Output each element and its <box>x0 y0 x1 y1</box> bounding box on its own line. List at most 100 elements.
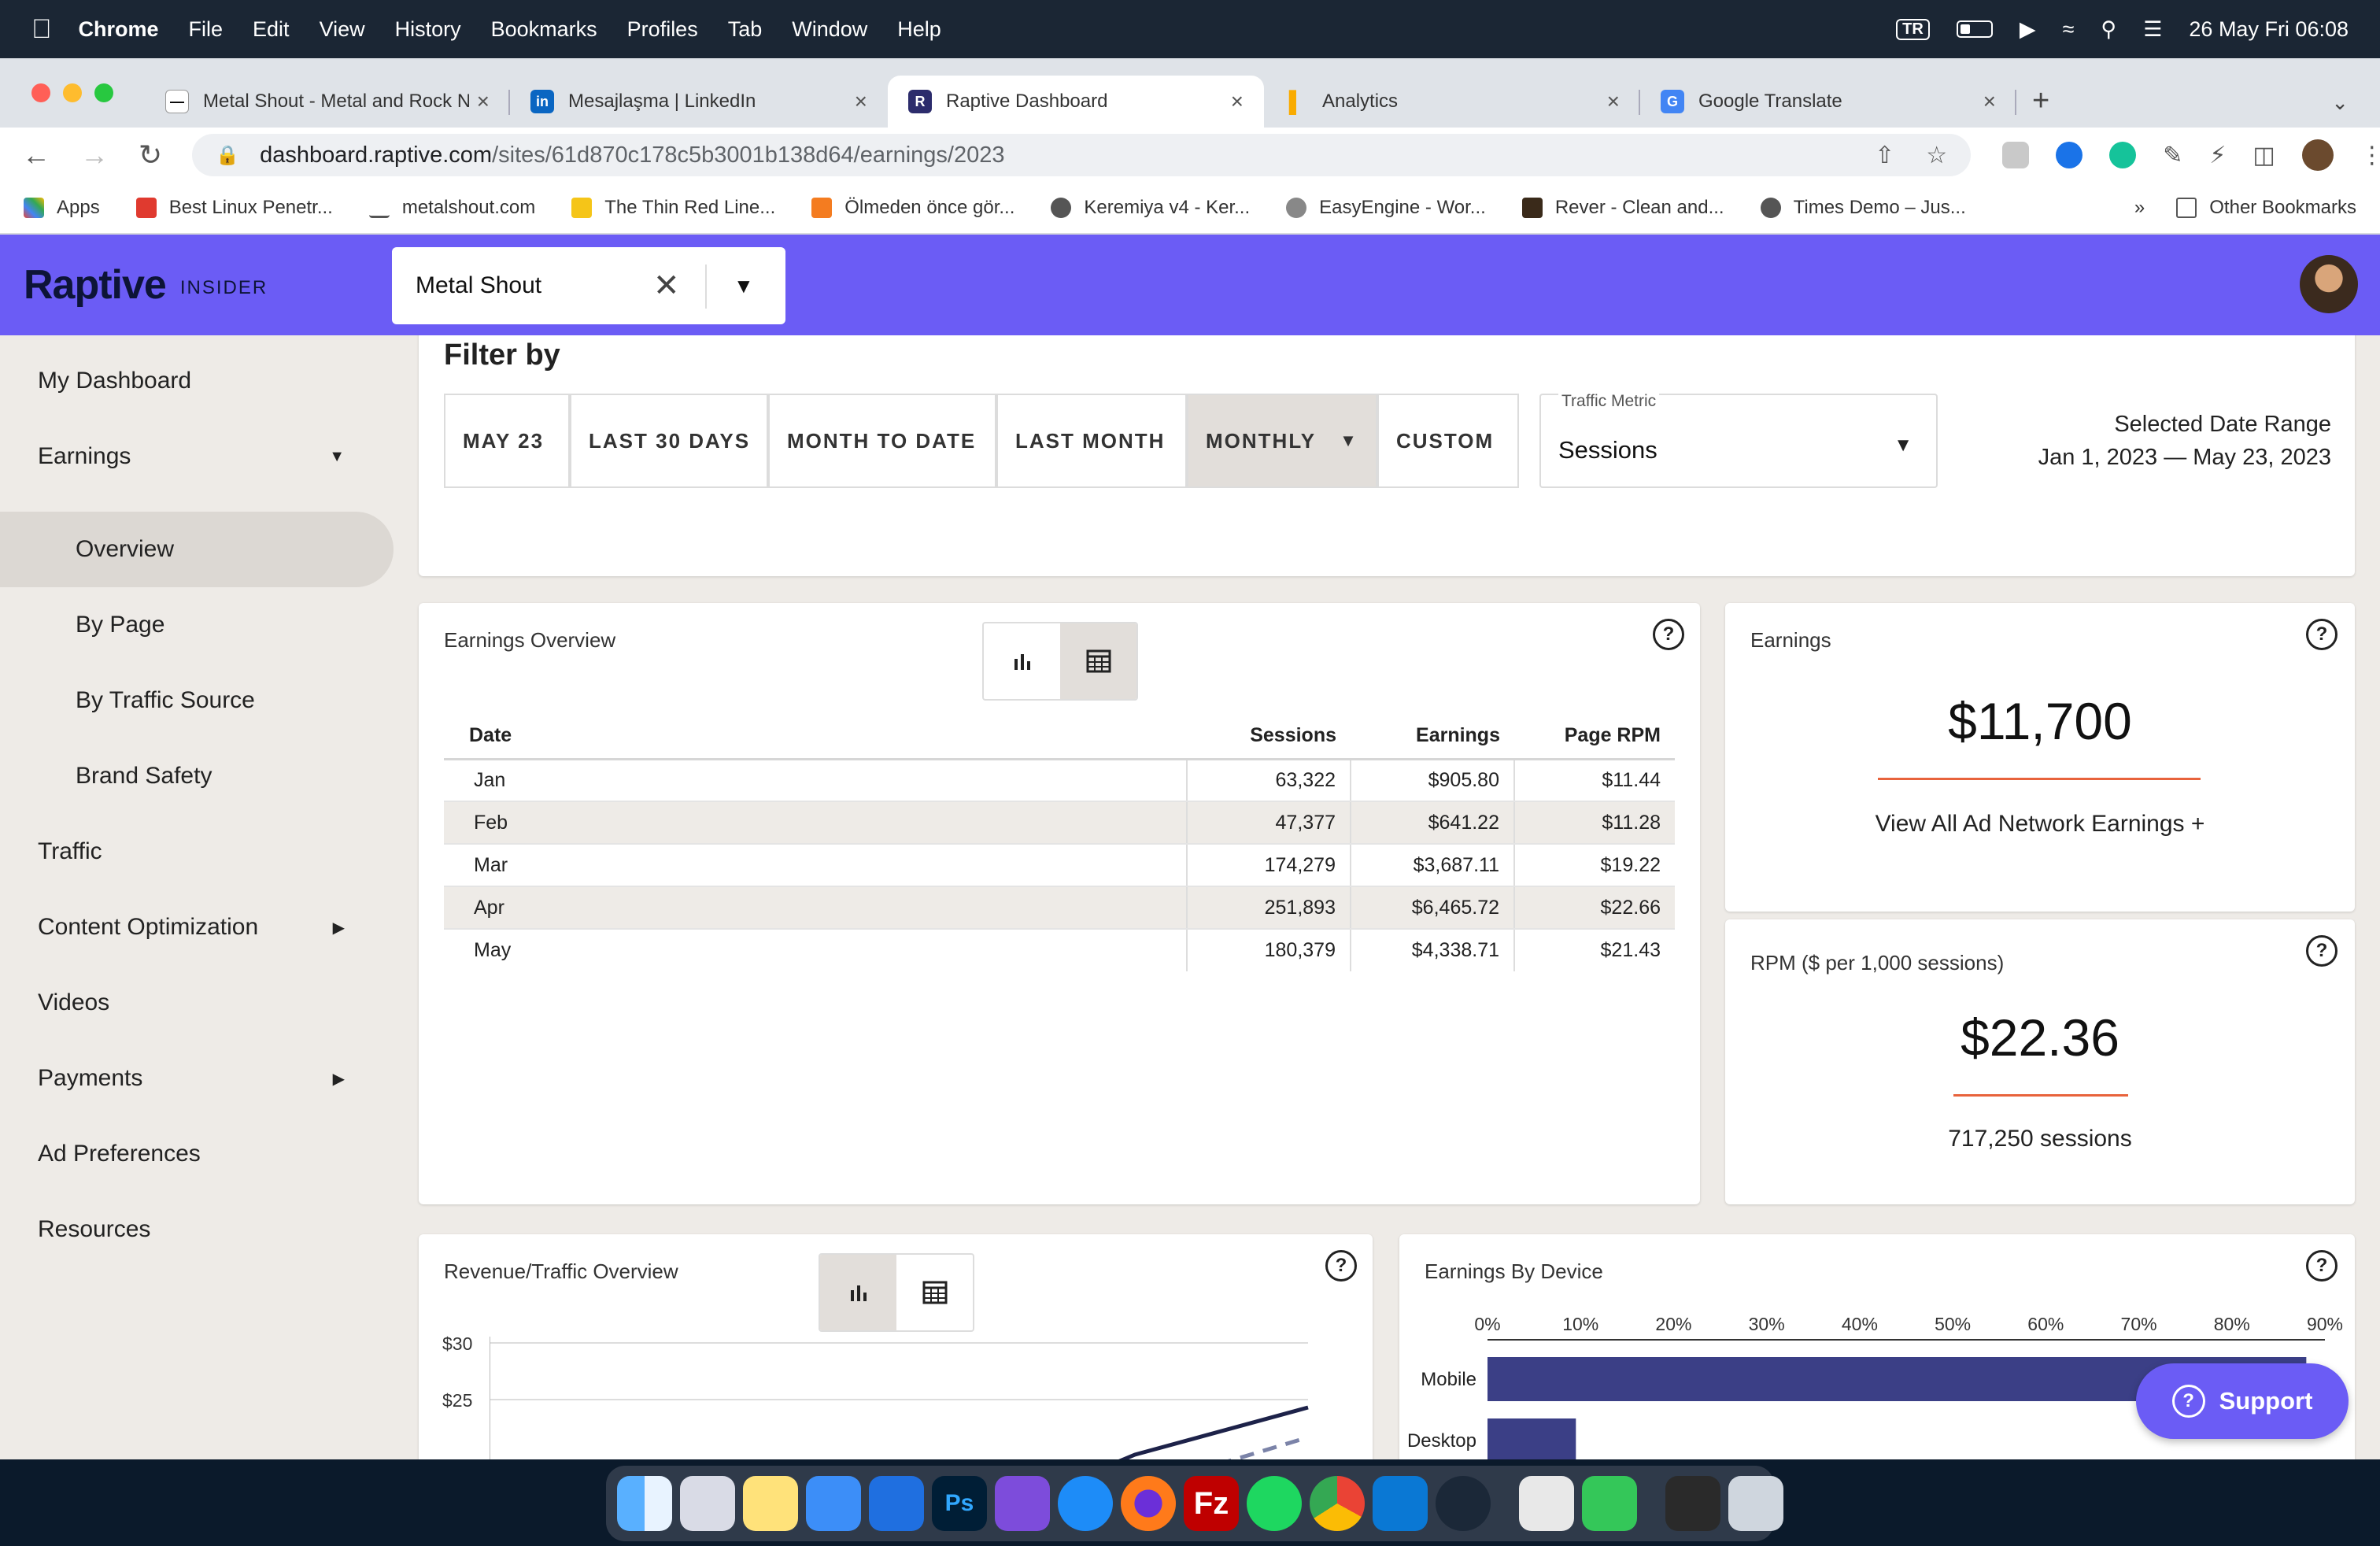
puzzle-extensions-icon[interactable]: ✎ <box>2163 142 2182 169</box>
table-view-button[interactable] <box>896 1255 973 1330</box>
minimize-window-icon[interactable] <box>63 83 82 102</box>
support-button[interactable]: ? Support <box>2136 1363 2349 1439</box>
tab-metal-shout[interactable]: — Metal Shout - Metal and Rock N × <box>145 76 510 128</box>
extension-icon[interactable] <box>2056 142 2083 168</box>
tab-close-icon[interactable]: × <box>855 89 867 114</box>
tab-google-translate[interactable]: G Google Translate × <box>1640 76 2016 128</box>
menu-history[interactable]: History <box>395 17 461 42</box>
sidebar-item-content-optimization[interactable]: Content Optimization ▶ <box>0 890 394 965</box>
vscode-icon[interactable] <box>1373 1476 1428 1531</box>
close-window-icon[interactable] <box>31 83 50 102</box>
photoshop-icon[interactable]: Ps <box>932 1476 987 1531</box>
launchpad-icon[interactable] <box>680 1476 735 1531</box>
grammarly-icon[interactable] <box>2109 142 2137 168</box>
share-icon[interactable]: ⇧ <box>1875 142 1894 169</box>
search-icon[interactable]: ⚲ <box>2101 17 2116 42</box>
bookmark-item[interactable]: EasyEngine - Wor... <box>1286 197 1486 219</box>
zoom-window-icon[interactable] <box>94 83 113 102</box>
sidebar-item-videos[interactable]: Videos <box>0 965 394 1041</box>
chrome-icon[interactable] <box>1310 1476 1365 1531</box>
help-icon[interactable]: ? <box>1325 1250 1357 1282</box>
input-source-badge[interactable]: TR <box>1896 18 1930 40</box>
bookmark-item[interactable]: The Thin Red Line... <box>571 197 775 219</box>
filter-monthly[interactable]: MONTHLY ▼ <box>1187 394 1377 488</box>
clear-selection-icon[interactable]: ✕ <box>653 268 680 304</box>
steam-icon[interactable] <box>1436 1476 1491 1531</box>
more-bookmarks-icon[interactable]: » <box>2134 197 2145 219</box>
preview-icon[interactable] <box>1665 1476 1720 1531</box>
menu-profiles[interactable]: Profiles <box>627 17 698 42</box>
sidebar-item-my-dashboard[interactable]: My Dashboard <box>0 343 394 419</box>
bookmark-item[interactable]: metalshout.com <box>368 197 535 219</box>
battery-icon[interactable] <box>1956 20 1993 38</box>
site-selector[interactable]: Metal Shout ✕ ▼ <box>392 247 785 324</box>
safari-icon[interactable] <box>1058 1476 1113 1531</box>
view-all-earnings-link[interactable]: View All Ad Network Earnings + <box>1725 811 2355 838</box>
other-bookmarks[interactable]: Other Bookmarks <box>2176 197 2356 219</box>
bookmark-item[interactable]: Keremiya v4 - Ker... <box>1051 197 1250 219</box>
finder-icon[interactable] <box>617 1476 672 1531</box>
new-tab-icon[interactable]: + <box>2032 84 2049 118</box>
column-header-sessions[interactable]: Sessions <box>1187 713 1351 760</box>
forward-icon[interactable]: → <box>80 139 109 172</box>
sidebar-item-brand-safety[interactable]: Brand Safety <box>0 738 394 814</box>
tab-raptive-dashboard[interactable]: R Raptive Dashboard × <box>888 76 1264 128</box>
firefox-icon[interactable] <box>1121 1476 1176 1531</box>
bookmark-item[interactable]: Rever - Clean and... <box>1521 197 1724 219</box>
menu-tab[interactable]: Tab <box>728 17 763 42</box>
filter-custom[interactable]: CUSTOM <box>1377 394 1519 488</box>
tab-close-icon[interactable]: × <box>1231 89 1244 114</box>
spotify-icon[interactable] <box>1247 1476 1302 1531</box>
tab-search-chevron-icon[interactable]: ⌄ <box>2331 91 2349 115</box>
sidebar-item-by-page[interactable]: By Page <box>0 587 394 663</box>
tab-linkedin[interactable]: in Mesajlaşma | LinkedIn × <box>510 76 888 128</box>
chart-view-button[interactable] <box>984 623 1060 699</box>
table-view-button[interactable] <box>1060 623 1136 699</box>
chart-view-button[interactable] <box>820 1255 896 1330</box>
lock-icon[interactable]: 🔒 <box>216 144 239 167</box>
help-icon[interactable]: ? <box>2306 619 2338 650</box>
mail-icon[interactable] <box>806 1476 861 1531</box>
menu-file[interactable]: File <box>189 17 224 42</box>
extension-icon[interactable] <box>2002 142 2030 168</box>
sidebar-item-by-traffic-source[interactable]: By Traffic Source <box>0 663 394 738</box>
chrome-menu-icon[interactable]: ⋮ <box>2360 142 2380 169</box>
reload-icon[interactable]: ↻ <box>139 139 162 172</box>
traffic-metric-select[interactable]: Traffic Metric Sessions ▼ <box>1539 392 1938 488</box>
column-header-earnings[interactable]: Earnings <box>1351 713 1514 760</box>
filezilla-icon[interactable]: Fz <box>1184 1476 1239 1531</box>
xcode-icon[interactable] <box>869 1476 924 1531</box>
tab-close-icon[interactable]: × <box>477 89 490 114</box>
bookmark-item[interactable]: Ölmeden önce gör... <box>811 197 1014 219</box>
sidebar-item-resources[interactable]: Resources <box>0 1192 394 1267</box>
column-header-page-rpm[interactable]: Page RPM <box>1514 713 1675 760</box>
bar-desktop[interactable] <box>1488 1418 1576 1459</box>
menu-help[interactable]: Help <box>897 17 941 42</box>
profile-avatar[interactable] <box>2301 139 2334 171</box>
filter-month-to-date[interactable]: MONTH TO DATE <box>768 394 996 488</box>
bookmark-star-icon[interactable]: ☆ <box>1926 142 1947 169</box>
help-icon[interactable]: ? <box>1653 619 1684 650</box>
play-icon[interactable]: ▶ <box>2020 17 2036 42</box>
tab-analytics[interactable]: ▌ Analytics × <box>1264 76 1640 128</box>
wifi-icon[interactable]: ≈ <box>2063 17 2075 42</box>
apple-icon[interactable]:  <box>31 14 52 45</box>
bookmark-apps[interactable]: Apps <box>24 197 100 219</box>
filter-last-month[interactable]: LAST MONTH <box>996 394 1187 488</box>
side-panel-icon[interactable]: ◫ <box>2252 142 2275 169</box>
sidebar-item-payments[interactable]: Payments ▶ <box>0 1041 394 1116</box>
menu-app-name[interactable]: Chrome <box>79 17 159 42</box>
performance-icon[interactable]: ⚡ <box>2209 142 2226 169</box>
raptive-logo[interactable]: Raptive <box>24 261 167 309</box>
sidebar-item-ad-preferences[interactable]: Ad Preferences <box>0 1116 394 1192</box>
tab-close-icon[interactable]: × <box>1607 89 1620 114</box>
control-center-icon[interactable]: ☰ <box>2143 17 2162 42</box>
sidebar-item-overview[interactable]: Overview <box>0 512 394 587</box>
menu-view[interactable]: View <box>320 17 365 42</box>
user-avatar[interactable] <box>2300 255 2358 313</box>
tab-close-icon[interactable]: × <box>1983 89 1996 114</box>
affinity-icon[interactable] <box>995 1476 1050 1531</box>
numbers-icon[interactable] <box>1582 1476 1637 1531</box>
unity-icon[interactable] <box>1519 1476 1574 1531</box>
menu-window[interactable]: Window <box>792 17 867 42</box>
